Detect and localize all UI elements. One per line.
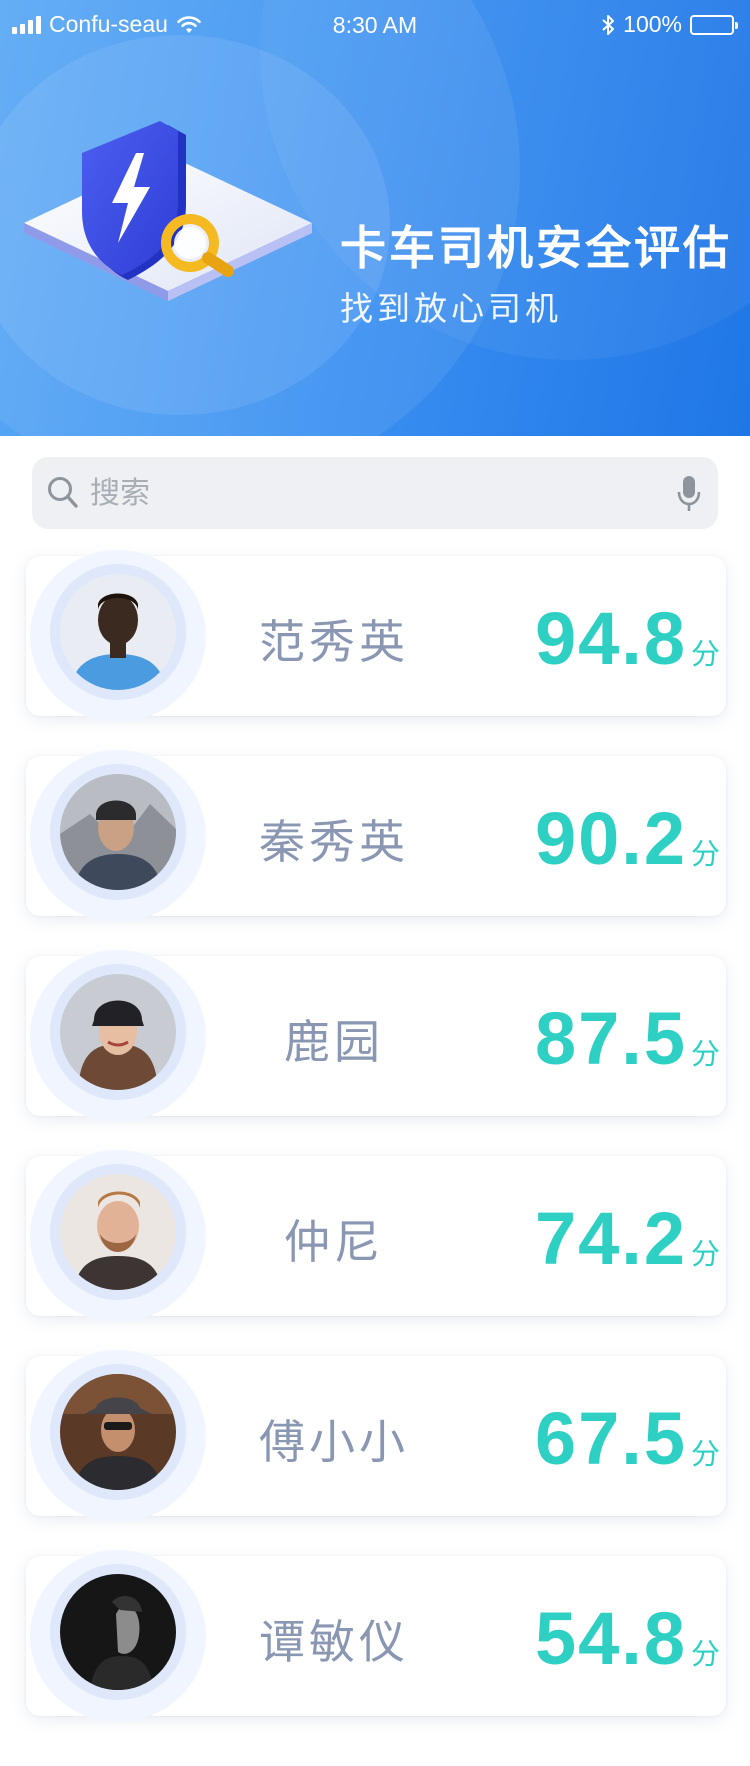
score-unit: 分	[690, 837, 720, 871]
safety-score: 90.2 分	[535, 796, 720, 881]
avatar	[50, 1364, 186, 1500]
driver-photo	[60, 574, 176, 690]
search-input[interactable]	[90, 457, 650, 529]
driver-name: 谭敏仪	[259, 1615, 409, 1669]
driver-name: 范秀英	[259, 615, 409, 669]
avatar	[50, 1164, 186, 1300]
driver-name: 秦秀英	[259, 815, 409, 869]
avatar-halo	[30, 750, 206, 922]
score-unit: 分	[690, 1437, 720, 1471]
score-value: 94.8	[534, 597, 687, 680]
avatar	[50, 564, 186, 700]
driver-photo	[60, 1374, 176, 1490]
score-unit: 分	[690, 1637, 720, 1671]
search-bar[interactable]	[32, 457, 718, 529]
driver-name: 仲尼	[284, 1215, 384, 1269]
safety-score: 87.5 分	[535, 996, 720, 1081]
battery-percent: 100%	[623, 11, 682, 37]
driver-card[interactable]: 傅小小 67.5 分	[26, 1350, 726, 1522]
battery-icon	[690, 14, 738, 35]
driver-name: 傅小小	[259, 1415, 409, 1469]
shield-magnifier-icon	[24, 121, 312, 301]
microphone-icon[interactable]	[676, 474, 702, 514]
avatar-halo	[30, 1350, 206, 1522]
score-value: 90.2	[534, 797, 687, 880]
driver-card[interactable]: 范秀英 94.8 分	[26, 550, 726, 722]
avatar	[50, 964, 186, 1100]
safety-score: 94.8 分	[535, 596, 720, 681]
avatar-halo	[30, 550, 206, 722]
safety-score: 67.5 分	[535, 1396, 720, 1481]
driver-photo	[60, 774, 176, 890]
driver-card[interactable]: 谭敏仪 54.8 分	[26, 1550, 726, 1722]
search-icon	[48, 477, 78, 508]
driver-photo	[60, 1174, 176, 1290]
avatar-halo	[30, 1150, 206, 1322]
driver-name: 鹿园	[284, 1015, 384, 1069]
score-unit: 分	[690, 637, 720, 671]
driver-card[interactable]: 鹿园 87.5 分	[26, 950, 726, 1122]
driver-photo	[60, 974, 176, 1090]
score-value: 67.5	[534, 1397, 687, 1480]
score-value: 87.5	[534, 997, 687, 1080]
score-value: 74.2	[534, 1197, 687, 1280]
header-banner: Confu-seau 8:30 AM 100% 卡车司机安全评估 找到放心司机	[0, 0, 750, 436]
page-subtitle: 找到放心司机	[340, 289, 562, 328]
safety-score: 54.8 分	[535, 1596, 720, 1681]
status-bar: Confu-seau 8:30 AM 100%	[0, 0, 750, 50]
score-unit: 分	[690, 1037, 720, 1071]
avatar	[50, 764, 186, 900]
page-title: 卡车司机安全评估	[340, 221, 732, 275]
driver-photo	[60, 1574, 176, 1690]
avatar-halo	[30, 950, 206, 1122]
avatar-halo	[30, 1550, 206, 1722]
driver-card[interactable]: 秦秀英 90.2 分	[26, 750, 726, 922]
avatar	[50, 1564, 186, 1700]
driver-card[interactable]: 仲尼 74.2 分	[26, 1150, 726, 1322]
score-unit: 分	[690, 1237, 720, 1271]
score-value: 54.8	[534, 1597, 687, 1680]
safety-score: 74.2 分	[535, 1196, 720, 1281]
bluetooth-icon	[602, 14, 615, 35]
